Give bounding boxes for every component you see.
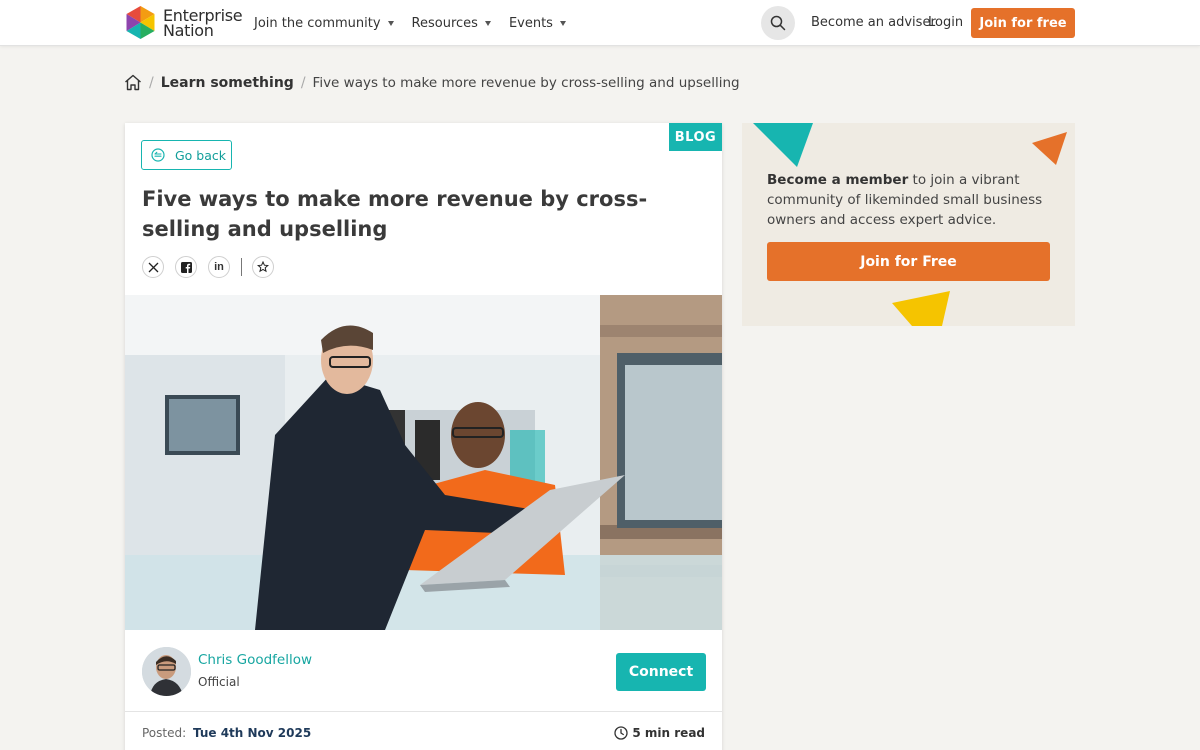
facebook-icon [180, 261, 192, 273]
author-avatar[interactable] [142, 647, 191, 696]
read-time: 5 min read [614, 726, 705, 740]
author-portrait-image [142, 647, 191, 696]
article-title: Five ways to make more revenue by cross-… [142, 187, 648, 241]
logo-mark-icon [126, 6, 155, 39]
go-back-label: Go back [175, 147, 227, 163]
back-arrow-icon [151, 148, 165, 162]
join-for-free-button[interactable]: Join for free [971, 8, 1075, 38]
enterprise-nation-logo[interactable]: Enterprise Nation [124, 6, 243, 40]
logo-wordmark: Enterprise Nation [163, 7, 243, 40]
top-navigation-bar: Enterprise Nation Join the community Res… [0, 0, 1200, 46]
breadcrumb-separator: / [149, 74, 154, 91]
posted-date: Tue 4th Nov 2025 [192, 726, 312, 740]
author-section: Chris Goodfellow Official Connect [125, 630, 722, 712]
save-favourite-button[interactable] [252, 256, 274, 278]
article-card: BLOG Go back Five ways to make more reve… [125, 123, 722, 750]
hero-photo-illustration [125, 295, 722, 630]
nav-events[interactable]: Events [509, 16, 566, 31]
main-nav: Join the community Resources Events [254, 0, 584, 46]
author-role: Official [198, 675, 240, 689]
promo-bold-text: Become a member [767, 172, 909, 188]
breadcrumb-learn-something[interactable]: Learn something [161, 75, 294, 91]
chevron-down-icon [387, 20, 394, 26]
promo-join-button[interactable]: Join for Free [767, 242, 1050, 281]
breadcrumb-current: Five ways to make more revenue by cross-… [312, 74, 740, 91]
share-facebook-button[interactable] [175, 256, 197, 278]
share-divider [241, 258, 242, 276]
star-icon [257, 261, 269, 273]
chevron-down-icon [559, 20, 566, 26]
connect-button[interactable]: Connect [616, 653, 706, 691]
nav-label: Resources [411, 15, 478, 31]
blog-tag-badge: BLOG [669, 123, 722, 151]
clock-icon [614, 726, 629, 740]
x-icon [148, 262, 158, 272]
chevron-down-icon [484, 20, 491, 26]
home-icon[interactable] [124, 74, 142, 91]
share-toolbar: in [142, 256, 285, 278]
nav-label: Join the community [254, 15, 381, 31]
posted-info: Posted: Tue 4th Nov 2025 [142, 726, 311, 740]
share-x-button[interactable] [142, 256, 164, 278]
go-back-button[interactable]: Go back [141, 140, 232, 170]
nav-resources[interactable]: Resources [412, 16, 491, 31]
share-linkedin-button[interactable]: in [208, 256, 230, 278]
search-icon [770, 15, 786, 31]
read-time-label: 5 min read [632, 726, 705, 740]
breadcrumb: / Learn something / Five ways to make mo… [124, 74, 740, 91]
breadcrumb-separator: / [300, 74, 306, 91]
article-hero-image [125, 295, 722, 630]
become-adviser-link[interactable]: Become an adviser [811, 15, 936, 30]
promo-text: Become a member to join a vibrant commun… [767, 170, 1052, 230]
author-name[interactable]: Chris Goodfellow [198, 652, 312, 668]
membership-promo: Become a member to join a vibrant commun… [742, 123, 1075, 326]
nav-label: Events [508, 15, 553, 31]
search-button[interactable] [761, 6, 795, 40]
linkedin-icon: in [214, 261, 224, 273]
posted-label: Posted: [142, 726, 187, 740]
logo-line-2: Nation [163, 20, 214, 40]
login-link[interactable]: Login [928, 15, 963, 30]
nav-join-the-community[interactable]: Join the community [254, 16, 394, 31]
